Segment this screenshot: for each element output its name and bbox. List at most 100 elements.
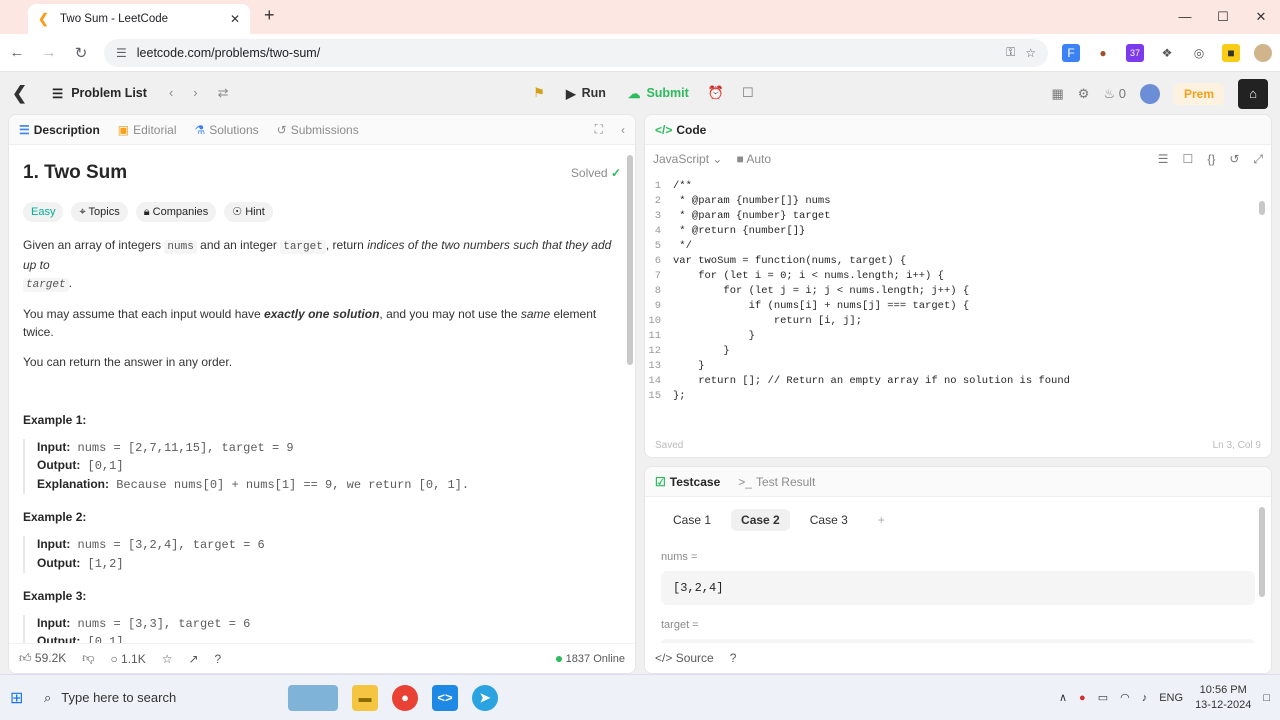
collapse-panel-icon[interactable]: ‹ (621, 123, 625, 137)
notifications-icon[interactable]: □ (1263, 692, 1270, 704)
reload-icon[interactable]: ↻ (72, 44, 90, 62)
back-icon[interactable]: ← (8, 44, 26, 61)
submit-button[interactable]: ☁ Submit (620, 79, 697, 107)
taskbar-clock[interactable]: 10:56 PM 13-12-2024 (1195, 683, 1251, 712)
premium-button[interactable]: Prem (1173, 83, 1224, 105)
file-explorer-icon[interactable]: ▬ (352, 684, 378, 711)
prev-problem-icon[interactable]: ‹ (169, 85, 173, 101)
close-window-icon[interactable]: ✕ (1242, 0, 1280, 34)
case-tab[interactable]: Case 3 (800, 509, 858, 531)
extension-cookie-icon[interactable]: ● (1094, 44, 1112, 62)
extension-yellow-icon[interactable]: ■ (1222, 43, 1240, 62)
debug-icon[interactable]: ⚑ (526, 79, 552, 107)
share-icon[interactable]: ↗ (188, 652, 198, 666)
next-problem-icon[interactable]: › (193, 85, 197, 101)
code-line[interactable]: 8 for (let j = i; j < nums.length; j++) … (645, 284, 1271, 299)
battery-icon[interactable]: ▭ (1098, 691, 1108, 704)
search-highlight-icon[interactable] (288, 684, 338, 711)
code-line[interactable]: 5 */ (645, 239, 1271, 254)
code-line[interactable]: 13 } (645, 359, 1271, 374)
close-tab-icon[interactable]: ✕ (230, 12, 240, 26)
code-line[interactable]: 4 * @return {number[]} (645, 224, 1271, 239)
favorite-star-icon[interactable]: ☆ (162, 652, 173, 666)
autocomplete-toggle[interactable]: ■ Auto (736, 152, 771, 166)
code-tab[interactable]: </> Code (655, 123, 706, 137)
comments-button[interactable]: ○ 1.1K (110, 652, 145, 666)
problem-list-button[interactable]: ☰ Problem List (52, 86, 147, 101)
shuffle-icon[interactable]: ⇄ (218, 85, 229, 101)
code-line[interactable]: 1 /** (645, 179, 1271, 194)
help-icon[interactable]: ? (215, 652, 222, 666)
case-tab[interactable]: Case 2 (731, 509, 790, 531)
add-case-icon[interactable]: + (868, 509, 895, 531)
format-icon[interactable]: ☰ (1158, 152, 1169, 167)
testcase-scrollbar[interactable] (1259, 507, 1265, 597)
chrome-icon[interactable]: ● (392, 684, 418, 711)
tab-editorial[interactable]: ▣ Editorial (118, 123, 177, 137)
expand-icon[interactable]: ⛶ (595, 122, 603, 137)
telegram-icon[interactable]: ➤ (472, 684, 498, 711)
bookmark-icon[interactable]: ☐ (1183, 152, 1194, 167)
extension-badge-icon[interactable]: 37 (1126, 43, 1144, 62)
site-info-icon[interactable]: ☰ (116, 46, 127, 60)
vscode-icon[interactable]: <> (432, 684, 458, 711)
test-result-tab[interactable]: >_ Test Result (738, 475, 815, 489)
tab-solutions[interactable]: ⚗ Solutions (194, 123, 258, 137)
avatar[interactable] (1139, 84, 1160, 104)
code-line[interactable]: 2 * @param {number[]} nums (645, 194, 1271, 209)
forward-icon[interactable]: → (40, 44, 58, 61)
input-language[interactable]: ENG (1159, 692, 1183, 704)
volume-icon[interactable]: ♪ (1142, 692, 1148, 704)
tab-submissions[interactable]: ↺ Submissions (277, 123, 359, 137)
code-line[interactable]: 14 return []; // Return an empty array i… (645, 374, 1271, 389)
code-line[interactable]: 6 var twoSum = function(nums, target) { (645, 254, 1271, 269)
leetcode-logo-icon[interactable]: ❮ (12, 83, 36, 104)
streak-counter[interactable]: ♨ 0 (1103, 86, 1126, 102)
minimize-icon[interactable]: — (1166, 0, 1204, 34)
dislike-icon[interactable]: 👎︎ (82, 651, 94, 666)
source-button[interactable]: </> Source (655, 651, 714, 665)
like-button[interactable]: 👍︎ 59.2K (19, 651, 66, 666)
windows-start-icon[interactable]: ⊞ (10, 688, 30, 708)
layout-icon[interactable]: ▦ (1052, 86, 1064, 102)
browser-tab[interactable]: ❮ Two Sum - LeetCode ✕ (28, 4, 250, 34)
braces-icon[interactable]: {} (1207, 152, 1215, 167)
editor-scrollbar[interactable] (1259, 201, 1265, 215)
chatgpt-extension-icon[interactable]: ◎ (1190, 44, 1208, 62)
taskbar-search[interactable]: ⌕ Type here to search (44, 690, 274, 706)
code-line[interactable]: 7 for (let i = 0; i < nums.length; i++) … (645, 269, 1271, 284)
notes-icon[interactable]: ☐ (735, 79, 761, 107)
hint-tag[interactable]: ☉ Hint (224, 201, 273, 222)
code-line[interactable]: 3 * @param {number} target (645, 209, 1271, 224)
case-tab[interactable]: Case 1 (663, 509, 721, 531)
bookmark-star-icon[interactable]: ☆ (1025, 46, 1036, 60)
companies-tag[interactable]: 🔒︎ Companies (135, 201, 217, 222)
language-select[interactable]: JavaScript ⌄ (653, 152, 722, 166)
timer-icon[interactable]: ⏰ (703, 79, 729, 107)
tray-chevron-up-icon[interactable]: ∧ (1059, 691, 1067, 704)
code-line[interactable]: 12 } (645, 344, 1271, 359)
maximize-icon[interactable]: ☐ (1204, 0, 1242, 34)
topics-tag[interactable]: ⌖ Topics (71, 201, 128, 222)
code-line[interactable]: 11 } (645, 329, 1271, 344)
fullscreen-icon[interactable]: ⤢ (1253, 152, 1263, 167)
password-key-icon[interactable]: ⚿ (1006, 45, 1015, 60)
extension-form-icon[interactable]: F (1062, 43, 1080, 62)
code-editor[interactable]: 1/** 2 * @param {number[]} nums 3 * @param… (645, 173, 1271, 404)
url-text[interactable]: leetcode.com/problems/two-sum/ (137, 46, 996, 60)
description-scrollbar[interactable] (627, 155, 633, 365)
tab-description[interactable]: ☰ Description (19, 123, 100, 137)
help-icon[interactable]: ? (730, 651, 737, 665)
extension-floating-icon[interactable]: ⌂ (1238, 79, 1268, 109)
new-tab-icon[interactable]: + (264, 5, 275, 26)
code-line[interactable]: 10 return [i, j]; (645, 314, 1271, 329)
extensions-puzzle-icon[interactable]: ❖ (1158, 44, 1176, 62)
code-line[interactable]: 9 if (nums[i] + nums[j] === target) { (645, 299, 1271, 314)
code-line[interactable]: 15}; (645, 389, 1271, 404)
problem-title[interactable]: 1. Two Sum (23, 159, 127, 188)
record-icon[interactable]: ● (1079, 692, 1086, 704)
profile-icon[interactable] (1254, 43, 1272, 62)
wifi-icon[interactable]: ◠ (1120, 691, 1130, 704)
reset-icon[interactable]: ↺ (1229, 152, 1239, 167)
settings-gear-icon[interactable]: ⚙ (1078, 86, 1090, 102)
